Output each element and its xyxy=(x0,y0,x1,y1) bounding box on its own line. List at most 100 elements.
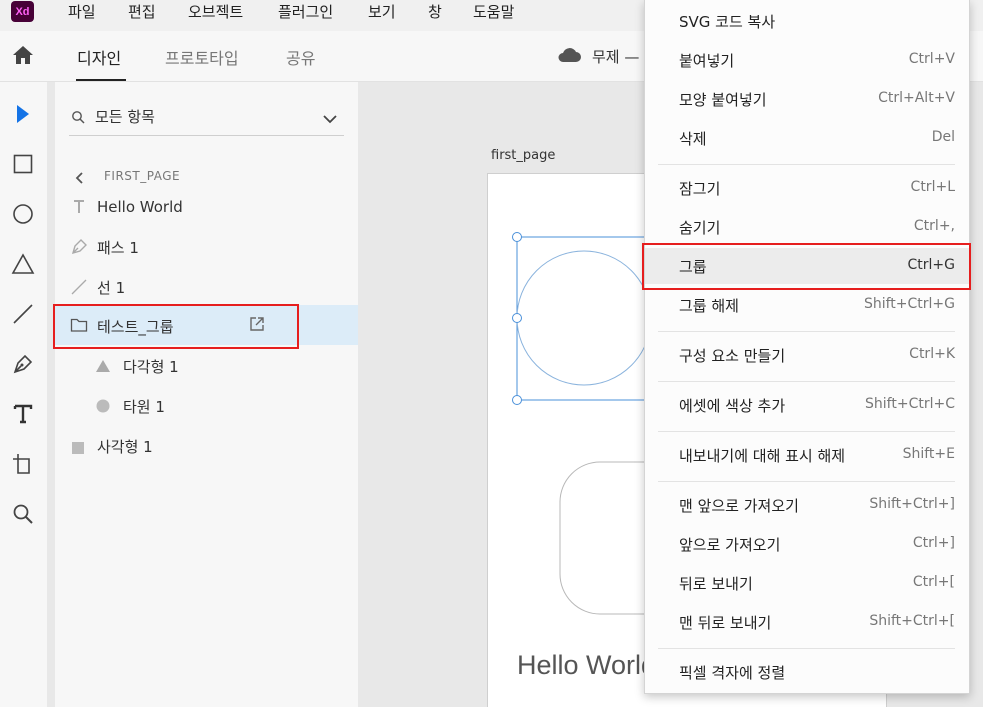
menu-item-paste-appearance[interactable]: 모양 붙여넣기 Ctrl+Alt+V xyxy=(645,81,969,117)
menu-item-label: 에셋에 색상 추가 xyxy=(679,397,786,415)
menu-item-bring-to-front[interactable]: 맨 앞으로 가져오기 Shift+Ctrl+] xyxy=(645,487,969,523)
filter-label: 모든 항목 xyxy=(95,108,155,126)
menu-separator xyxy=(658,381,955,382)
menu-item-label: 맨 뒤로 보내기 xyxy=(679,614,772,632)
menu-item-shortcut: Ctrl+V xyxy=(908,51,955,67)
menu-item-shortcut: Shift+Ctrl+[ xyxy=(869,613,955,629)
menu-plugins[interactable]: 플러그인 xyxy=(278,1,333,22)
menu-item-unmark-for-export[interactable]: 내보내기에 대해 표시 해제 Shift+E xyxy=(645,437,969,473)
menu-separator xyxy=(658,431,955,432)
chevron-down-icon[interactable] xyxy=(322,110,338,129)
menu-item-shortcut: Ctrl+[ xyxy=(912,574,955,590)
menu-edit[interactable]: 편집 xyxy=(128,1,156,22)
path-layer-icon xyxy=(70,238,88,260)
menu-item-label: 앞으로 가져오기 xyxy=(679,536,781,554)
menu-separator xyxy=(658,648,955,649)
menu-item-delete[interactable]: 삭제 Del xyxy=(645,120,969,156)
menu-item-copy-svg[interactable]: SVG 코드 복사 xyxy=(645,3,969,39)
zoom-tool-icon[interactable] xyxy=(10,501,36,527)
polygon-tool-icon[interactable] xyxy=(10,251,36,277)
tool-rail xyxy=(0,82,47,707)
menu-window[interactable]: 창 xyxy=(428,1,442,22)
home-icon[interactable] xyxy=(12,45,34,69)
menu-file[interactable]: 파일 xyxy=(68,1,96,22)
menu-item-lock[interactable]: 잠그기 Ctrl+L xyxy=(645,170,969,206)
back-chevron-icon[interactable] xyxy=(75,169,85,188)
line-layer-icon xyxy=(70,278,88,300)
ellipse-tool-icon[interactable] xyxy=(10,201,36,227)
select-tool-icon[interactable] xyxy=(10,101,36,127)
triangle-icon xyxy=(95,358,111,377)
menu-item-ungroup[interactable]: 그룹 해제 Shift+Ctrl+G xyxy=(645,287,969,323)
menu-item-make-component[interactable]: 구성 요소 만들기 Ctrl+K xyxy=(645,337,969,373)
artboard-tool-icon[interactable] xyxy=(10,451,36,477)
highlight-box-group-item xyxy=(642,243,971,290)
menu-item-label: 잠그기 xyxy=(679,180,721,198)
document-title[interactable]: 무제 — xyxy=(592,46,639,67)
pen-tool-icon[interactable] xyxy=(10,351,36,377)
menu-item-shortcut: Ctrl+Alt+V xyxy=(878,90,955,106)
text-layer-icon xyxy=(72,199,86,219)
menu-item-add-color-to-assets[interactable]: 에셋에 색상 추가 Shift+Ctrl+C xyxy=(645,387,969,423)
selection-handle xyxy=(512,313,522,323)
menu-item-label: SVG 코드 복사 xyxy=(679,13,776,31)
rectangle-tool-icon[interactable] xyxy=(10,151,36,177)
menu-item-paste[interactable]: 붙여넣기 Ctrl+V xyxy=(645,42,969,78)
menu-item-label: 구성 요소 만들기 xyxy=(679,347,786,365)
tab-prototype[interactable]: 프로토타입 xyxy=(165,45,239,69)
menu-item-label: 숨기기 xyxy=(679,219,721,237)
cloud-icon xyxy=(557,47,581,67)
menu-item-label: 그룹 해제 xyxy=(679,297,739,315)
menu-item-label: 삭제 xyxy=(679,130,707,148)
menu-view[interactable]: 보기 xyxy=(368,1,396,22)
menu-separator xyxy=(658,164,955,165)
menu-item-shortcut: Ctrl+, xyxy=(913,218,955,234)
breadcrumb[interactable]: FIRST_PAGE xyxy=(104,169,180,183)
tab-design[interactable]: 디자인 xyxy=(77,45,121,69)
menu-item-shortcut: Ctrl+L xyxy=(910,179,955,195)
canvas-hello-world-text[interactable]: Hello World xyxy=(517,650,656,681)
search-icon xyxy=(71,109,85,128)
menu-item-shortcut: Del xyxy=(931,129,955,145)
menu-item-label: 픽셀 격자에 정렬 xyxy=(679,664,786,682)
menu-item-shortcut: Shift+Ctrl+C xyxy=(865,396,955,412)
layer-rectangle-1[interactable]: 사각형 1 xyxy=(97,436,153,457)
menu-item-shortcut: Ctrl+] xyxy=(912,535,955,551)
menu-item-hide[interactable]: 숨기기 Ctrl+, xyxy=(645,209,969,245)
menu-item-shortcut: Shift+E xyxy=(902,446,955,462)
menu-item-bring-forward[interactable]: 앞으로 가져오기 Ctrl+] xyxy=(645,526,969,562)
selection-handle xyxy=(512,232,522,242)
menu-separator xyxy=(658,481,955,482)
xd-logo: Xd xyxy=(11,1,34,22)
menu-help[interactable]: 도움말 xyxy=(473,1,514,22)
menu-item-shortcut: Ctrl+K xyxy=(909,346,955,362)
layer-ellipse-1[interactable]: 타원 1 xyxy=(123,396,165,417)
menu-item-send-to-back[interactable]: 맨 뒤로 보내기 Shift+Ctrl+[ xyxy=(645,604,969,640)
layer-polygon-1[interactable]: 다각형 1 xyxy=(123,356,179,377)
text-tool-icon[interactable] xyxy=(10,401,36,427)
square-icon xyxy=(72,439,84,458)
layer-path-1[interactable]: 패스 1 xyxy=(97,237,139,258)
selection-handle xyxy=(512,395,522,405)
layer-filter-dropdown[interactable]: 모든 항목 xyxy=(69,96,344,136)
line-tool-icon[interactable] xyxy=(10,301,36,327)
highlight-box-layer xyxy=(53,304,299,349)
menu-object[interactable]: 오브젝트 xyxy=(188,1,243,22)
circle-icon xyxy=(96,398,110,417)
menu-item-label: 모양 붙여넣기 xyxy=(679,91,767,109)
menu-item-align-to-pixel-grid[interactable]: 픽셀 격자에 정렬 xyxy=(645,654,969,690)
layers-panel: 모든 항목 FIRST_PAGE Hello World 패스 1 선 1 테스… xyxy=(53,82,358,707)
tab-share[interactable]: 공유 xyxy=(286,45,315,69)
ellipse-shape xyxy=(516,250,652,386)
layer-line-1[interactable]: 선 1 xyxy=(97,277,125,298)
context-menu: SVG 코드 복사 붙여넣기 Ctrl+V 모양 붙여넣기 Ctrl+Alt+V… xyxy=(644,0,970,694)
menu-item-shortcut: Shift+Ctrl+G xyxy=(863,296,955,312)
menu-item-label: 뒤로 보내기 xyxy=(679,575,753,593)
active-tab-indicator xyxy=(76,79,126,81)
menu-item-label: 붙여넣기 xyxy=(679,52,735,70)
layer-hello-world[interactable]: Hello World xyxy=(97,198,183,216)
menu-item-label: 내보내기에 대해 표시 해제 xyxy=(679,447,846,465)
menu-item-shortcut: Shift+Ctrl+] xyxy=(869,496,955,512)
menu-separator xyxy=(658,331,955,332)
menu-item-send-backward[interactable]: 뒤로 보내기 Ctrl+[ xyxy=(645,565,969,601)
